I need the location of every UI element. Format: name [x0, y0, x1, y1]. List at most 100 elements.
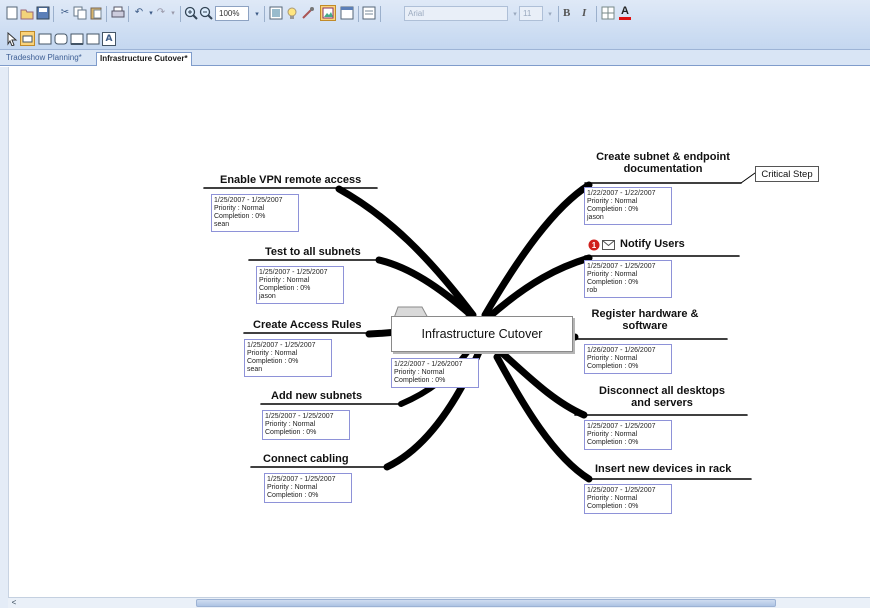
topic-disconnect-desktops[interactable]: Disconnect all desktops and servers: [587, 385, 737, 409]
toolbar: ✂ ↶ ▾ ↷ ▾ 100% ▾ Arial ▾ 11 ▾ B I A A: [0, 0, 870, 50]
info-completion: Completion : 0%: [587, 439, 639, 446]
left-panel-strip: [0, 67, 8, 608]
info-dates: 1/25/2007 - 1/25/2007: [587, 423, 656, 430]
font-color-button[interactable]: A: [619, 5, 631, 20]
topic-tool-icon[interactable]: [20, 31, 35, 46]
notes-icon[interactable]: [362, 6, 376, 20]
info-dates: 1/22/2007 - 1/26/2007: [394, 361, 463, 368]
info-priority: Priority : Normal: [214, 205, 265, 212]
topic-title-line: and servers: [631, 397, 693, 409]
tools-icon[interactable]: [301, 6, 315, 20]
info-completion: Completion : 0%: [259, 285, 311, 292]
info-dates: 1/25/2007 - 1/25/2007: [247, 342, 316, 349]
info-dates: 1/25/2007 - 1/25/2007: [587, 487, 656, 494]
info-completion: Completion : 0%: [265, 429, 317, 436]
branch-insert-devices: [493, 353, 593, 483]
calendar-icon[interactable]: [340, 6, 354, 20]
priority-1-icon: 1: [588, 239, 600, 251]
info-priority: Priority : Normal: [247, 350, 298, 357]
shape-rectangle-icon[interactable]: [38, 32, 52, 46]
info-dates: 1/25/2007 - 1/25/2007: [265, 413, 334, 420]
topic-title-line: Disconnect all desktops: [599, 385, 725, 397]
topic-notify-users[interactable]: Notify Users: [620, 238, 685, 250]
info-completion: Completion : 0%: [394, 377, 446, 384]
document-tabs: Tradeshow Planning* Infrastructure Cutov…: [0, 50, 870, 66]
bold-button[interactable]: B: [563, 7, 570, 19]
cut-icon[interactable]: ✂: [58, 6, 72, 20]
info-completion: Completion : 0%: [587, 363, 639, 370]
info-resource: rob: [587, 287, 598, 294]
topic-test-subnets[interactable]: Test to all subnets: [265, 246, 361, 258]
map-canvas[interactable]: Infrastructure Cutover 1/22/2007 - 1/26/…: [8, 67, 870, 597]
font-size-dropdown-icon[interactable]: ▾: [543, 7, 557, 21]
info-priority: Priority : Normal: [587, 198, 638, 205]
open-folder-icon[interactable]: [20, 6, 34, 20]
tab-infrastructure-cutover[interactable]: Infrastructure Cutover*: [96, 52, 192, 66]
font-size-value: 11: [523, 9, 532, 18]
svg-text:1: 1: [592, 241, 597, 250]
topic-insert-devices[interactable]: Insert new devices in rack: [595, 463, 731, 475]
print-icon[interactable]: [111, 6, 125, 20]
topic-enable-vpn[interactable]: Enable VPN remote access: [220, 174, 361, 186]
fill-color-icon[interactable]: [601, 6, 615, 20]
scrollbar-thumb[interactable]: [196, 599, 776, 607]
info-dates: 1/26/2007 - 1/26/2007: [587, 347, 656, 354]
pointer-tool-icon[interactable]: [5, 32, 19, 46]
zoom-level-field[interactable]: 100%: [215, 6, 249, 21]
tab-tradeshow-planning[interactable]: Tradeshow Planning*: [3, 52, 85, 66]
info-resource: jason: [259, 293, 276, 300]
topic-connect-cabling-info: 1/25/2007 - 1/25/2007 Priority : Normal …: [264, 473, 352, 503]
info-priority: Priority : Normal: [587, 355, 638, 362]
copy-icon[interactable]: [73, 6, 87, 20]
zoom-in-icon[interactable]: [184, 6, 198, 20]
central-topic[interactable]: Infrastructure Cutover: [391, 316, 573, 352]
topic-add-subnets-info: 1/25/2007 - 1/25/2007 Priority : Normal …: [262, 410, 350, 440]
topic-create-subnet-doc[interactable]: Create subnet & endpoint documentation: [593, 151, 733, 175]
info-dates: 1/22/2007 - 1/22/2007: [587, 190, 656, 197]
zoom-out-icon[interactable]: [199, 6, 213, 20]
info-priority: Priority : Normal: [265, 421, 316, 428]
topic-disconnect-desktops-info: 1/25/2007 - 1/25/2007 Priority : Normal …: [584, 420, 672, 450]
shape-rounded-icon[interactable]: [54, 32, 68, 46]
topic-enable-vpn-info: 1/25/2007 - 1/25/2007 Priority : Normal …: [211, 194, 299, 232]
text-box-icon[interactable]: A: [102, 32, 116, 46]
new-document-icon[interactable]: [5, 6, 19, 20]
font-size-field[interactable]: 11: [519, 6, 543, 21]
horizontal-scrollbar[interactable]: <: [8, 597, 870, 608]
central-topic-title: Infrastructure Cutover: [421, 327, 543, 341]
idea-bulb-icon[interactable]: [285, 6, 299, 20]
callout-critical-step[interactable]: Critical Step: [755, 166, 819, 182]
info-completion: Completion : 0%: [587, 279, 639, 286]
redo-dropdown-icon[interactable]: ▾: [166, 6, 180, 20]
topic-access-rules[interactable]: Create Access Rules: [253, 319, 361, 331]
topic-insert-devices-info: 1/25/2007 - 1/25/2007 Priority : Normal …: [584, 484, 672, 514]
font-name-field[interactable]: Arial: [404, 6, 508, 21]
info-completion: Completion : 0%: [587, 206, 639, 213]
topic-create-subnet-doc-info: 1/22/2007 - 1/22/2007 Priority : Normal …: [584, 187, 672, 225]
save-icon[interactable]: [36, 6, 50, 20]
topic-title-line: software: [622, 320, 668, 332]
scroll-left-arrow-icon[interactable]: <: [8, 598, 20, 608]
paste-icon[interactable]: [89, 6, 103, 20]
topic-add-subnets[interactable]: Add new subnets: [271, 390, 362, 402]
insert-image-icon[interactable]: [320, 5, 336, 21]
zoom-level-value: 100%: [219, 9, 240, 18]
info-priority: Priority : Normal: [587, 271, 638, 278]
italic-button[interactable]: I: [582, 7, 586, 19]
topic-register-hardware[interactable]: Register hardware & software: [575, 308, 715, 332]
topic-register-hardware-info: 1/26/2007 - 1/26/2007 Priority : Normal …: [584, 344, 672, 374]
topic-access-rules-info: 1/25/2007 - 1/25/2007 Priority : Normal …: [244, 339, 332, 377]
shape-box-icon[interactable]: [86, 32, 100, 46]
zoom-dropdown-icon[interactable]: ▾: [250, 7, 264, 21]
info-dates: 1/25/2007 - 1/25/2007: [214, 197, 283, 204]
info-priority: Priority : Normal: [394, 369, 445, 376]
topic-notify-users-info: 1/25/2007 - 1/25/2007 Priority : Normal …: [584, 260, 672, 298]
info-completion: Completion : 0%: [267, 492, 319, 499]
fit-map-icon[interactable]: [269, 6, 283, 20]
info-completion: Completion : 0%: [247, 358, 299, 365]
info-resource: jason: [587, 214, 604, 221]
info-completion: Completion : 0%: [587, 503, 639, 510]
info-priority: Priority : Normal: [587, 431, 638, 438]
topic-connect-cabling[interactable]: Connect cabling: [263, 453, 349, 465]
shape-line-icon[interactable]: [70, 32, 84, 46]
